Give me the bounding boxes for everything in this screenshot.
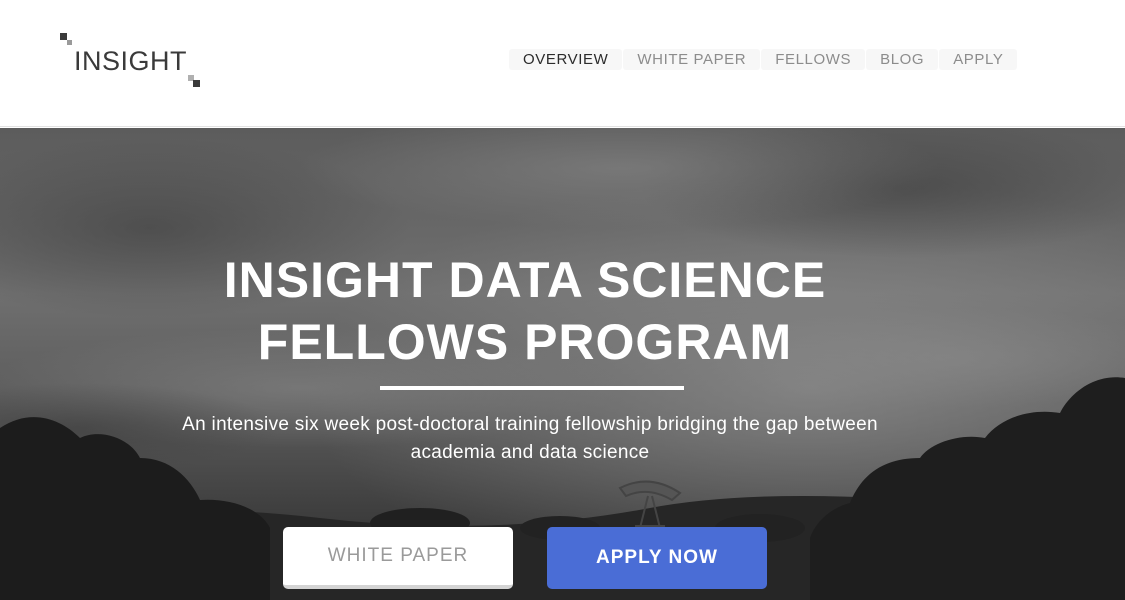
hero-section: INSIGHT DATA SCIENCE FELLOWS PROGRAM An … (0, 128, 1125, 600)
title-divider (380, 386, 684, 390)
logo-pixel-square (60, 33, 67, 40)
logo-text: INSIGHT (74, 46, 188, 76)
nav-blog[interactable]: BLOG (866, 49, 939, 70)
hero-title-line-1: INSIGHT DATA SCIENCE (223, 252, 827, 308)
hero-title-line-2: FELLOWS PROGRAM (257, 314, 793, 370)
apply-now-button[interactable]: APPLY NOW (547, 527, 767, 589)
nav-white-paper[interactable]: WHITE PAPER (623, 49, 761, 70)
nav-apply[interactable]: APPLY (939, 49, 1018, 70)
nav-overview[interactable]: OVERVIEW (509, 49, 623, 70)
hero-subtitle: An intensive six week post-doctoral trai… (120, 411, 940, 467)
nav-fellows[interactable]: FELLOWS (761, 49, 866, 70)
logo-pixel-square (67, 40, 72, 45)
hero-subtitle-line-1: An intensive six week post-doctoral trai… (182, 414, 878, 435)
site-header: INSIGHT OVERVIEW WHITE PAPER FELLOWS BLO… (0, 0, 1125, 127)
logo-pixel-square (193, 80, 200, 87)
white-paper-button[interactable]: WHITE PAPER (283, 527, 513, 589)
hero-subtitle-line-2: academia and data science (410, 442, 650, 463)
insight-logo[interactable]: INSIGHT (60, 33, 205, 93)
main-nav: OVERVIEW WHITE PAPER FELLOWS BLOG APPLY (509, 49, 1018, 70)
